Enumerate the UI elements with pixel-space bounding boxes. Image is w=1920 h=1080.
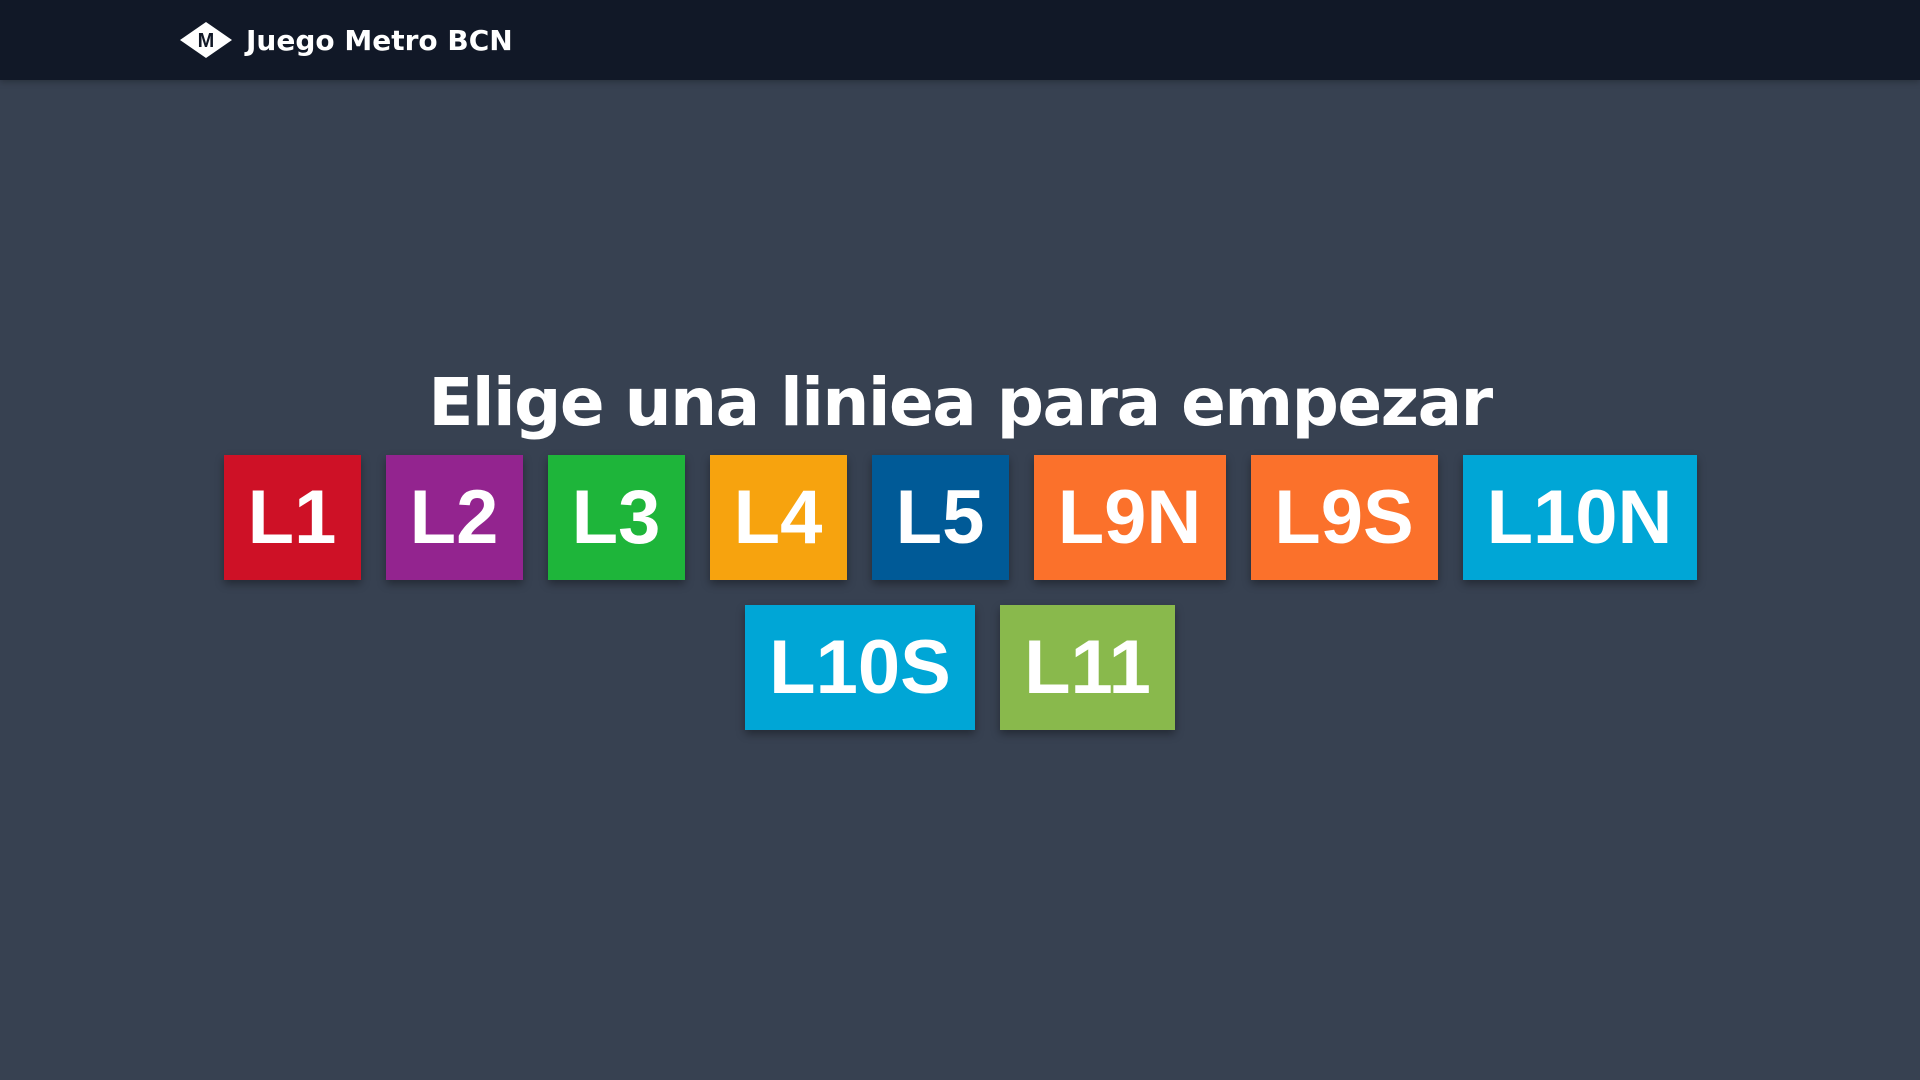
line-button-l11[interactable]: L11: [1000, 605, 1175, 730]
line-button-l9n[interactable]: L9N: [1033, 455, 1226, 580]
app-title: Juego Metro BCN: [246, 23, 513, 57]
line-row-1: L1 L2 L3 L4 L5 L9N L9S L10N: [0, 455, 1920, 580]
line-button-l2[interactable]: L2: [385, 455, 523, 580]
page-heading: Elige una liniea para empezar: [428, 364, 1493, 441]
line-row-2: L10S L11: [0, 605, 1920, 730]
line-button-l4[interactable]: L4: [709, 455, 847, 580]
top-navbar: M Juego Metro BCN: [0, 0, 1920, 80]
line-selector: L1 L2 L3 L4 L5 L9N L9S L10N L10S L11: [0, 455, 1920, 755]
line-button-l9s[interactable]: L9S: [1250, 455, 1438, 580]
line-button-l10n[interactable]: L10N: [1462, 455, 1697, 580]
line-button-l10s[interactable]: L10S: [745, 605, 975, 730]
main-content: Elige una liniea para empezar L1 L2 L3 L…: [0, 80, 1920, 1080]
line-button-l3[interactable]: L3: [547, 455, 685, 580]
metro-logo-letter: M: [198, 30, 215, 52]
home-link[interactable]: M Juego Metro BCN: [178, 20, 513, 60]
metro-logo-icon: M: [180, 22, 232, 58]
line-button-l1[interactable]: L1: [223, 455, 361, 580]
line-button-l5[interactable]: L5: [871, 455, 1009, 580]
